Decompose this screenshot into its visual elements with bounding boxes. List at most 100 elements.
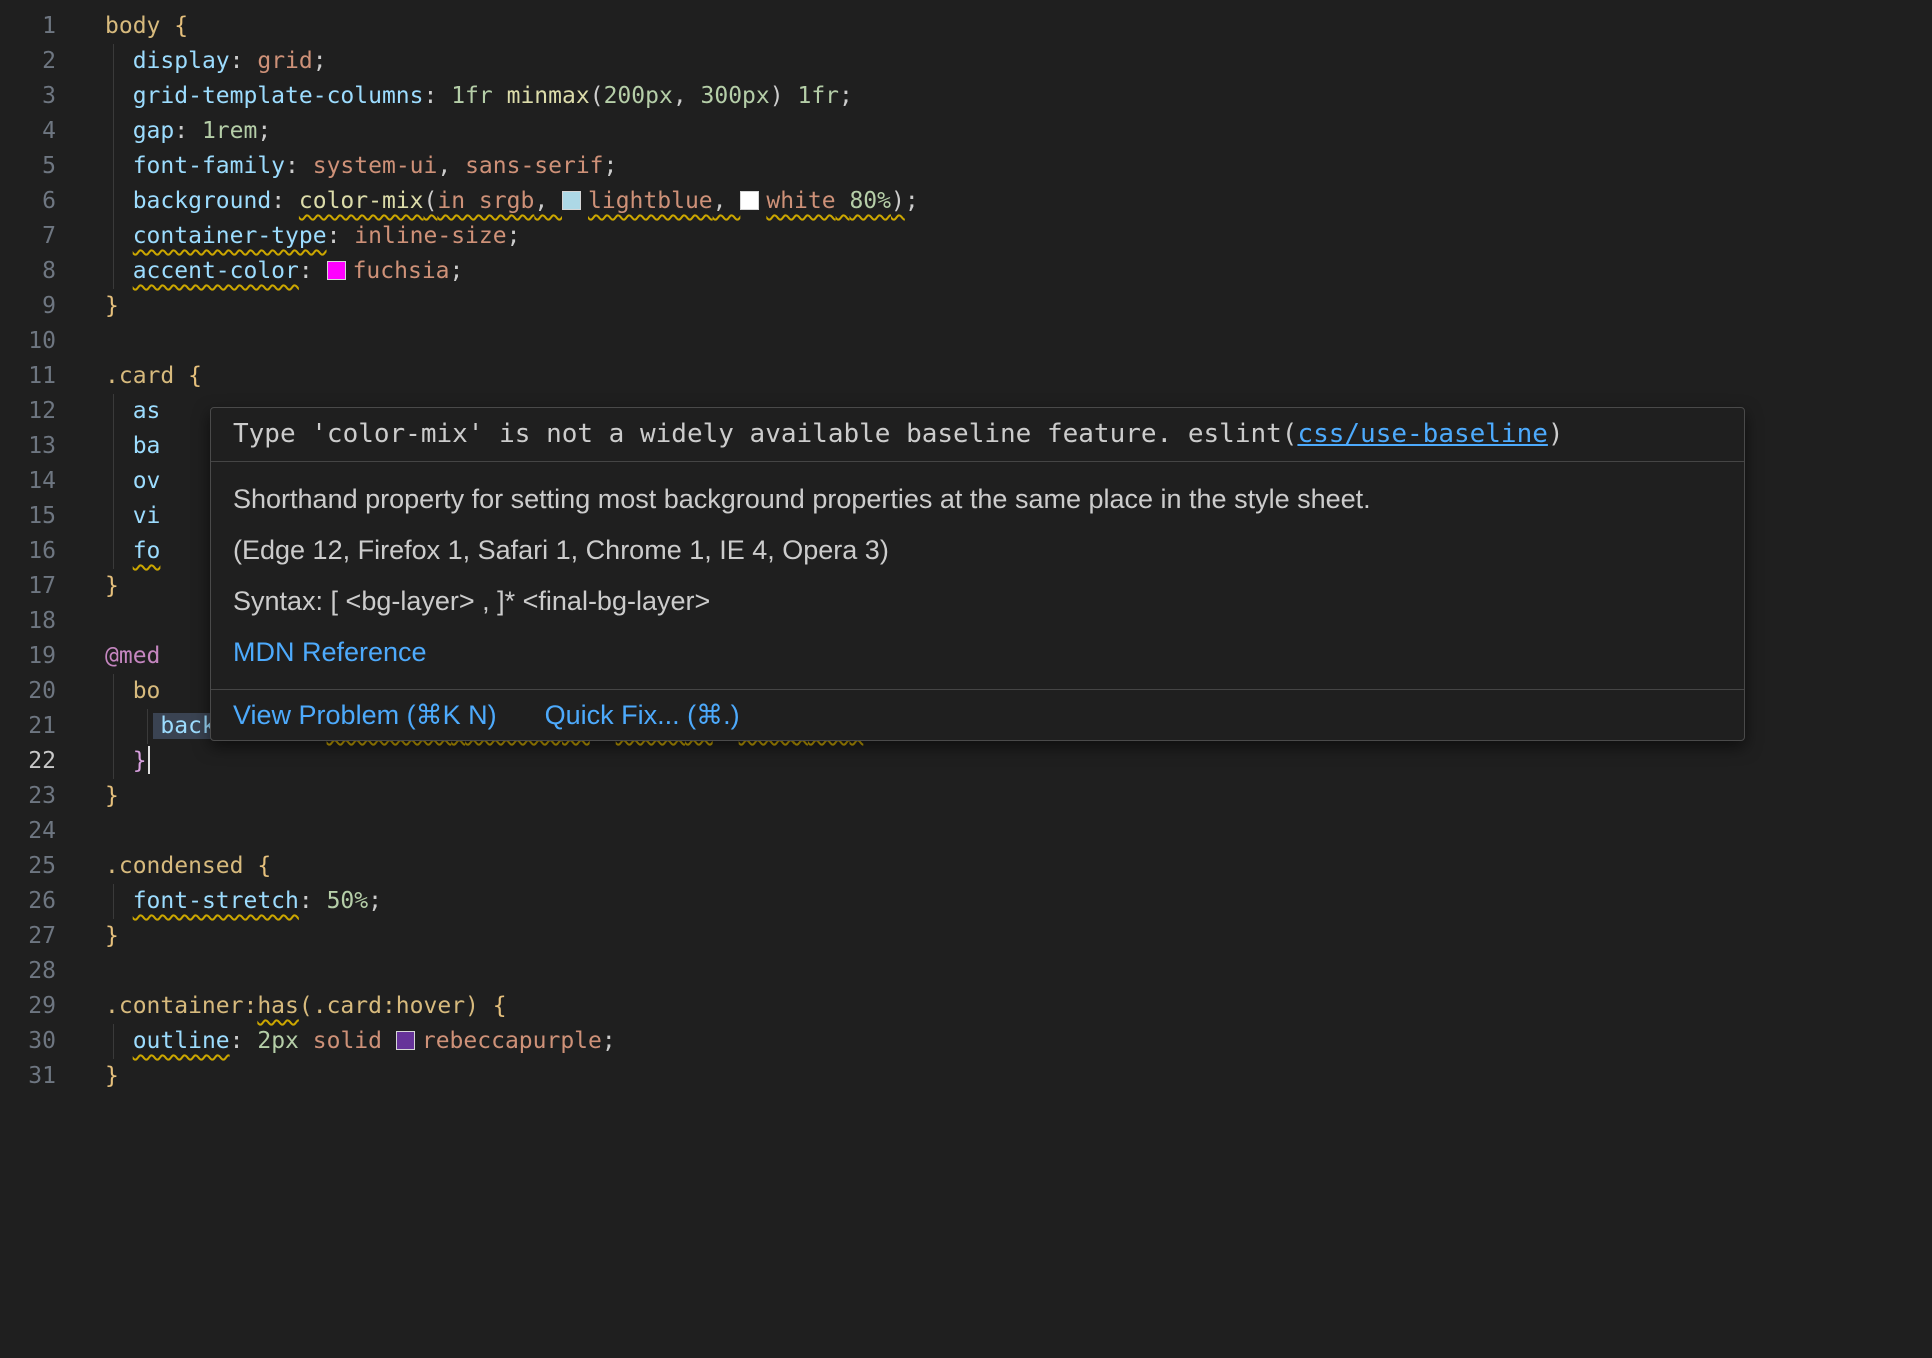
code-token: ) (770, 83, 798, 109)
code-line[interactable]: 31} (0, 1059, 1932, 1094)
color-swatch[interactable] (740, 191, 759, 210)
line-content[interactable]: } (105, 744, 150, 779)
indent-guide (113, 219, 114, 254)
code-token: ; (602, 1028, 616, 1054)
line-number: 21 (0, 709, 56, 744)
line-content[interactable]: outline: 2px solid rebeccapurple; (105, 1024, 616, 1059)
code-line[interactable]: 11 .card { (0, 359, 1932, 394)
code-line[interactable]: 28 (0, 954, 1932, 989)
line-content[interactable]: } (105, 569, 119, 604)
line-content[interactable]: .card { (105, 359, 202, 394)
color-swatch[interactable] (396, 1031, 415, 1050)
line-content[interactable]: body { (105, 9, 188, 44)
line-content[interactable]: } (105, 1059, 119, 1094)
doc-syntax: Syntax: [ <bg-layer> , ]* <final-bg-laye… (233, 584, 1722, 618)
code-token: as (133, 398, 161, 424)
line-content[interactable]: background: color-mix(in srgb, lightblue… (105, 184, 919, 219)
code-line[interactable]: 22 } (0, 744, 1932, 779)
line-content[interactable]: } (105, 289, 119, 324)
color-swatch[interactable] (562, 191, 581, 210)
indent-guide (113, 79, 114, 114)
code-line[interactable]: 26 font-stretch: 50%; (0, 884, 1932, 919)
line-number: 13 (0, 429, 56, 464)
code-line[interactable]: 2 display: grid; (0, 44, 1932, 79)
code-line[interactable]: 3 grid-template-columns: 1fr minmax(200p… (0, 79, 1932, 114)
code-token: accent-color (133, 258, 299, 284)
line-content[interactable]: ov (105, 464, 160, 499)
code-token: : (230, 1028, 258, 1054)
line-content[interactable]: ba (105, 429, 160, 464)
code-line[interactable]: 29.container:has(.card:hover) { (0, 989, 1932, 1024)
color-swatch[interactable] (327, 261, 346, 280)
code-line[interactable]: 7 container-type: inline-size; (0, 219, 1932, 254)
code-token: : (299, 258, 327, 284)
code-token: inline-size (354, 223, 506, 249)
indent-guide (147, 709, 148, 744)
line-content[interactable]: bo (105, 674, 160, 709)
code-token (105, 503, 133, 529)
code-token: solid (313, 1028, 382, 1054)
code-line[interactable]: 5 font-family: system-ui, sans-serif; (0, 149, 1932, 184)
mdn-reference-link[interactable]: MDN Reference (233, 637, 427, 667)
code-line[interactable]: 25.condensed { (0, 849, 1932, 884)
code-token: has (257, 993, 299, 1019)
code-line[interactable]: 23} (0, 779, 1932, 814)
line-number: 20 (0, 674, 56, 709)
code-token: , (673, 83, 701, 109)
code-token: } (105, 573, 119, 599)
code-token: 80% (849, 188, 891, 214)
line-content[interactable]: container-type: inline-size; (105, 219, 520, 254)
code-line[interactable]: 4 gap: 1rem; (0, 114, 1932, 149)
code-line[interactable]: 6 background: color-mix(in srgb, lightbl… (0, 184, 1932, 219)
code-token: : (285, 153, 313, 179)
text-cursor (148, 746, 151, 774)
indent-guide (113, 534, 114, 569)
code-token: : (424, 83, 452, 109)
line-content[interactable]: .container:has(.card:hover) { (105, 989, 507, 1024)
code-line[interactable]: 9} (0, 289, 1932, 324)
line-content[interactable]: accent-color: fuchsia; (105, 254, 463, 289)
view-problem-action[interactable]: View Problem (⌘K N) (233, 698, 497, 732)
line-number: 11 (0, 359, 56, 394)
line-number: 22 (0, 744, 56, 779)
indent-guide (113, 44, 114, 79)
line-content[interactable]: } (105, 919, 119, 954)
code-line[interactable]: 1body { (0, 9, 1932, 44)
indent-guide (113, 394, 114, 429)
code-token (105, 433, 133, 459)
code-line[interactable]: 10 (0, 324, 1932, 359)
code-line[interactable]: 27} (0, 919, 1932, 954)
line-number: 10 (0, 324, 56, 359)
code-token (836, 188, 850, 214)
line-content[interactable]: font-stretch: 50%; (105, 884, 382, 919)
code-token (105, 1028, 133, 1054)
line-content[interactable]: font-family: system-ui, sans-serif; (105, 149, 617, 184)
code-line[interactable]: 8 accent-color: fuchsia; (0, 254, 1932, 289)
code-token: ; (604, 153, 618, 179)
line-number: 31 (0, 1059, 56, 1094)
line-number: 28 (0, 954, 56, 989)
line-content[interactable]: grid-template-columns: 1fr minmax(200px,… (105, 79, 853, 114)
code-line[interactable]: 24 (0, 814, 1932, 849)
line-content[interactable]: gap: 1rem; (105, 114, 271, 149)
line-content[interactable]: vi (105, 499, 160, 534)
code-token: minmax (507, 83, 590, 109)
line-content[interactable]: @med (105, 639, 160, 674)
eslint-rule-link[interactable]: css/use-baseline (1297, 419, 1547, 449)
code-token: ( (424, 188, 438, 214)
indent-guide (113, 149, 114, 184)
line-number: 16 (0, 534, 56, 569)
line-content[interactable]: .condensed { (105, 849, 271, 884)
quick-fix-action[interactable]: Quick Fix... (⌘.) (545, 698, 740, 732)
code-token: } (105, 783, 119, 809)
line-content[interactable]: as (105, 394, 160, 429)
line-content[interactable]: } (105, 779, 119, 814)
code-line[interactable]: 30 outline: 2px solid rebeccapurple; (0, 1024, 1932, 1059)
indent-guide (113, 254, 114, 289)
line-content[interactable]: fo (105, 534, 160, 569)
line-content[interactable]: display: grid; (105, 44, 327, 79)
code-token: fo (133, 538, 161, 564)
code-token (105, 48, 133, 74)
code-token: } (105, 1063, 119, 1089)
diagnostic-message: Type 'color-mix' is not a widely availab… (211, 408, 1744, 461)
